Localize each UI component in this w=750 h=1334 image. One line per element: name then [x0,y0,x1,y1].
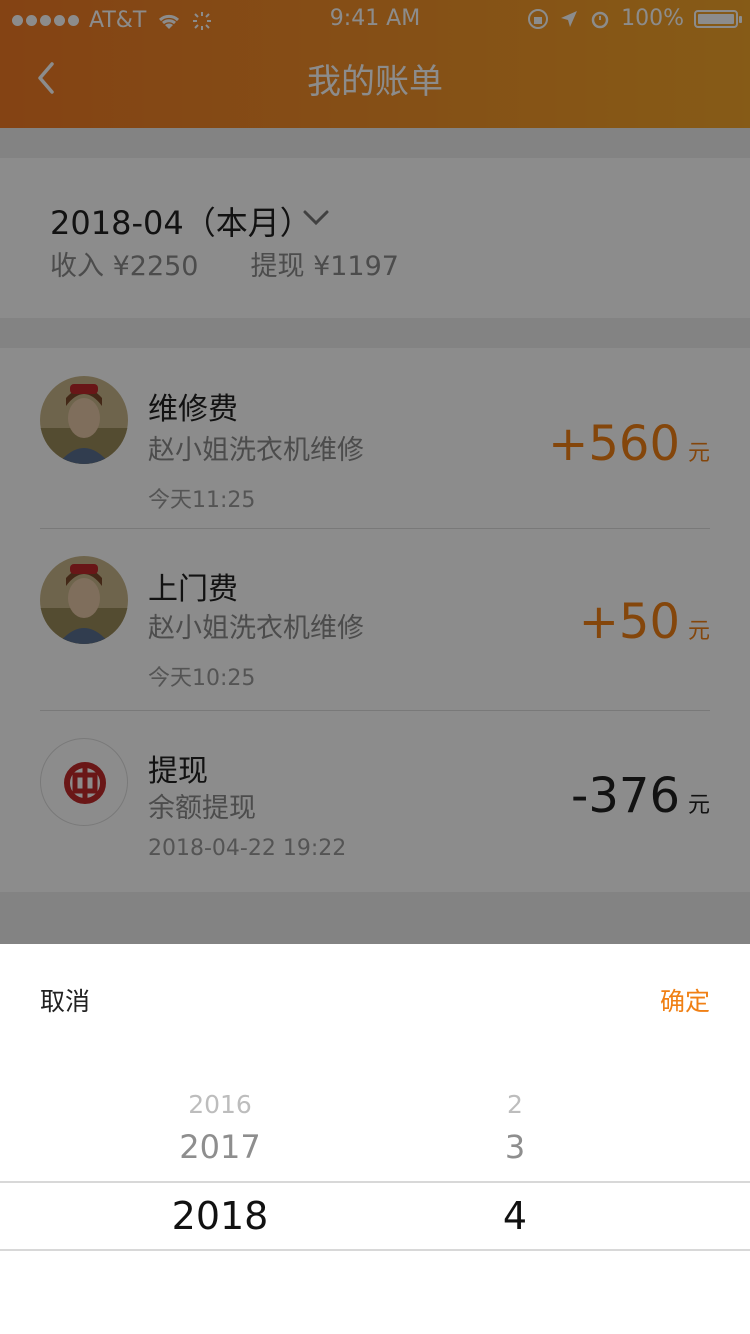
confirm-button[interactable]: 确定 [660,982,710,1018]
modal-backdrop[interactable] [0,0,750,944]
month-option[interactable]: 3 [415,1128,615,1166]
selection-top-line [0,1181,750,1183]
selection-bottom-line [0,1249,750,1251]
month-option[interactable]: 2 [415,1090,615,1119]
year-selected[interactable]: 2018 [120,1194,320,1238]
year-option[interactable]: 2016 [120,1090,320,1119]
month-selected[interactable]: 4 [415,1194,615,1238]
cancel-button[interactable]: 取消 [40,982,90,1018]
date-picker-sheet: 取消 确定 2016 2017 2018 2 3 4 [0,944,750,1334]
year-option[interactable]: 2017 [120,1128,320,1166]
